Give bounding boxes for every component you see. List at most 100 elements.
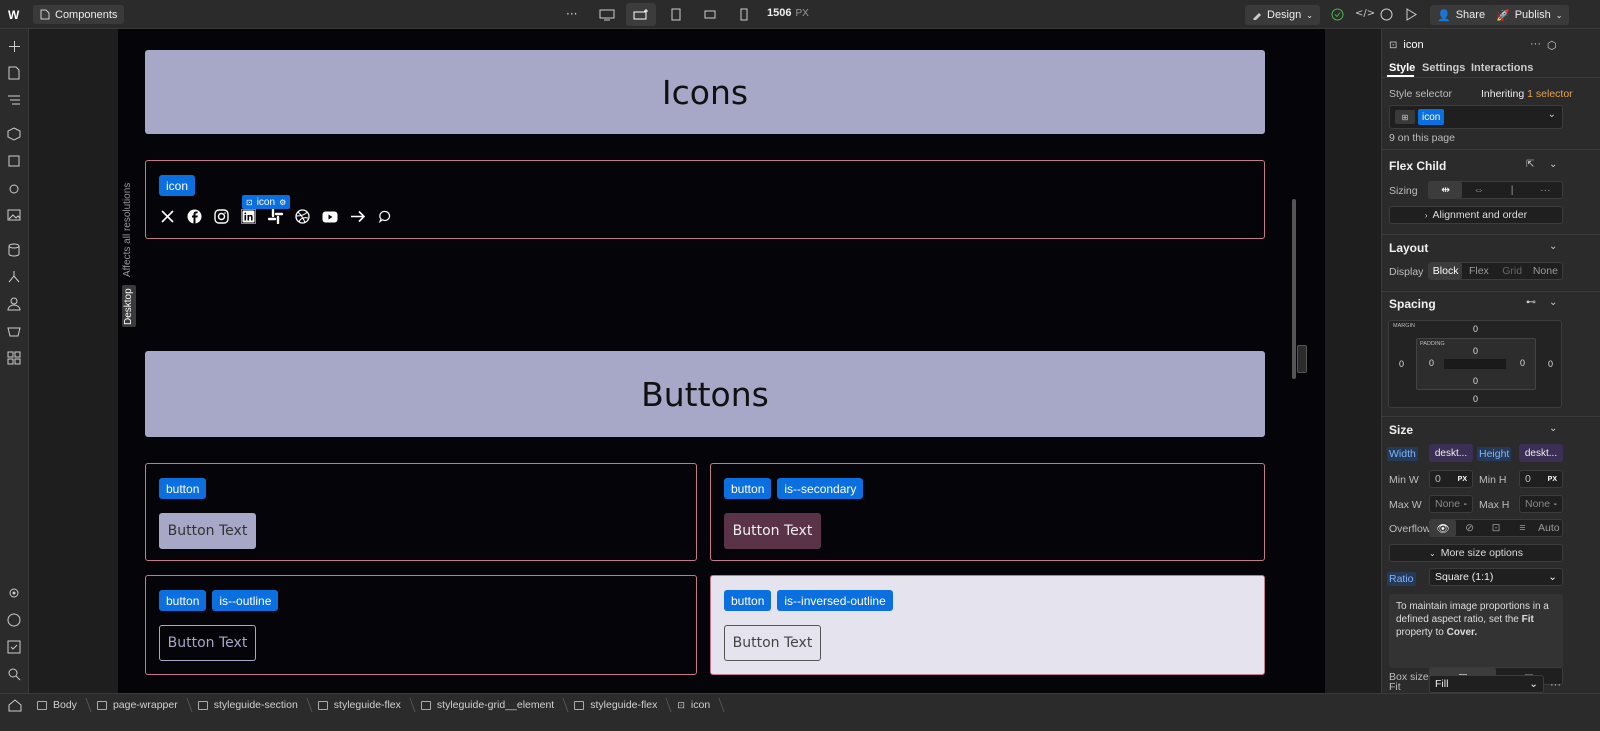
selector-input[interactable]: ⊞ icon ⌄ <box>1389 105 1563 129</box>
sizing-grow-option[interactable]: ⇔ <box>1462 182 1495 198</box>
youtube-icon[interactable] <box>322 211 338 223</box>
padding-bottom-value[interactable]: 0 <box>1473 376 1478 386</box>
more-options-icon[interactable]: ··· <box>1550 679 1561 691</box>
designer-canvas[interactable]: Affects all resolutions Desktop Icons ic… <box>29 29 1381 693</box>
overflow-clip-icon[interactable]: ≡ <box>1509 520 1535 536</box>
sizing-segmented-control[interactable]: ⇹ ⇔ | ··· <box>1428 181 1563 199</box>
width-variable-field[interactable]: deskt... <box>1429 444 1473 462</box>
height-variable-field[interactable]: deskt... <box>1519 444 1563 462</box>
spacing-title[interactable]: Spacing <box>1389 297 1436 311</box>
margin-bottom-value[interactable]: 0 <box>1473 394 1478 404</box>
selected-element-badge[interactable]: ⊡ icon ⚙ <box>242 195 291 209</box>
pages-icon[interactable] <box>6 65 22 81</box>
slack-icon[interactable] <box>268 209 283 224</box>
comment-icon[interactable] <box>1380 8 1393 21</box>
display-none-option[interactable]: None <box>1529 263 1562 279</box>
min-width-unit[interactable]: PX <box>1458 476 1467 483</box>
breadcrumb-styleguide-flex[interactable]: styleguide-flex <box>310 694 413 716</box>
landscape-breakpoint-button[interactable] <box>695 3 725 26</box>
breadcrumb-icon[interactable]: ⊡ icon <box>669 694 722 716</box>
linkedin-icon[interactable] <box>241 209 256 224</box>
spacing-box-model[interactable]: MARGIN 0 0 0 0 PADDING 0 0 0 0 <box>1388 320 1562 408</box>
flex-child-help-icon[interactable]: ⇱ <box>1526 159 1534 170</box>
cms-icon[interactable] <box>6 242 22 258</box>
display-grid-option[interactable]: Grid <box>1496 263 1529 279</box>
users-icon[interactable] <box>6 296 22 312</box>
sizing-none-option[interactable]: | <box>1496 182 1529 198</box>
fit-select[interactable]: Fill ⌄ <box>1429 675 1544 693</box>
tablet-breakpoint-button[interactable] <box>661 3 691 26</box>
breadcrumb-body[interactable]: Body <box>29 694 89 716</box>
primary-button-demo[interactable]: Button Text <box>159 513 256 549</box>
home-icon[interactable] <box>7 697 23 713</box>
mode-dropdown[interactable]: Design ⌄ <box>1245 5 1320 25</box>
play-icon[interactable] <box>1406 8 1417 21</box>
max-width-field[interactable]: None - <box>1429 495 1473 513</box>
base-breakpoint-button[interactable] <box>626 3 656 26</box>
outline-button-demo[interactable]: Button Text <box>159 625 256 661</box>
selector-chip[interactable]: icon <box>1418 109 1445 125</box>
search-icon[interactable] <box>6 666 22 682</box>
button-primary-card[interactable]: button Button Text <box>145 463 697 561</box>
chevron-down-icon[interactable]: ⌄ <box>1549 241 1557 252</box>
chevron-down-icon[interactable]: ⌄ <box>1549 297 1557 308</box>
settings-gear-icon[interactable] <box>6 585 22 601</box>
min-width-field[interactable]: 0 PX <box>1429 470 1473 488</box>
tab-interactions[interactable]: Interactions <box>1471 62 1533 74</box>
inheriting-info[interactable]: Inheriting 1 selector <box>1481 88 1573 100</box>
share-button[interactable]: 👤 Share <box>1430 5 1493 25</box>
ecommerce-icon[interactable] <box>6 323 22 339</box>
apps-icon[interactable] <box>6 350 22 366</box>
margin-right-value[interactable]: 0 <box>1548 359 1553 369</box>
overflow-segmented-control[interactable]: 👁 ⊘ ⊡ ≡ Auto <box>1429 519 1563 537</box>
padding-left-value[interactable]: 0 <box>1429 358 1434 368</box>
height-label[interactable]: Height <box>1477 447 1512 461</box>
overflow-scroll-icon[interactable]: ⊡ <box>1483 520 1509 536</box>
secondary-button-demo[interactable]: Button Text <box>724 513 821 549</box>
display-segmented-control[interactable]: Block Flex Grid None <box>1428 262 1563 280</box>
navigator-icon[interactable] <box>6 92 22 108</box>
chevron-down-icon[interactable]: ⌄ <box>1549 423 1557 434</box>
inversed-outline-button-demo[interactable]: Button Text <box>724 625 821 661</box>
breadcrumb-styleguide-grid-element[interactable]: styleguide-grid__element <box>413 694 566 716</box>
overflow-visible-eye-icon[interactable]: 👁 <box>1430 520 1457 536</box>
component-icon[interactable]: ⬡ <box>1547 39 1557 52</box>
publish-button[interactable]: 🚀 Publish ⌄ <box>1489 5 1570 25</box>
more-options-icon[interactable]: ··· <box>1530 38 1541 50</box>
margin-top-value[interactable]: 0 <box>1473 324 1478 334</box>
width-label[interactable]: Width <box>1387 447 1418 461</box>
breadcrumb-styleguide-flex-2[interactable]: styleguide-flex <box>566 694 669 716</box>
max-height-field[interactable]: None - <box>1519 495 1563 513</box>
overflow-hidden-eye-off-icon[interactable]: ⊘ <box>1456 520 1482 536</box>
padding-top-value[interactable]: 0 <box>1473 346 1478 356</box>
breadcrumb-page-wrapper[interactable]: page-wrapper <box>89 694 190 716</box>
alignment-order-button[interactable]: › Alignment and order <box>1389 206 1563 224</box>
style-manager-icon[interactable] <box>6 153 22 169</box>
components-icon[interactable] <box>6 126 22 142</box>
layout-title[interactable]: Layout <box>1389 241 1428 255</box>
audit-checkbox-icon[interactable] <box>6 639 22 655</box>
facebook-icon[interactable] <box>187 209 202 224</box>
display-flex-option[interactable]: Flex <box>1462 263 1495 279</box>
more-options-button[interactable]: ··· <box>566 7 577 21</box>
padding-right-value[interactable]: 0 <box>1520 358 1525 368</box>
tab-style[interactable]: Style <box>1389 62 1415 74</box>
icons-card[interactable]: icon ⊡ icon ⚙ <box>145 160 1265 239</box>
add-icon[interactable] <box>6 38 22 54</box>
portrait-breakpoint-button[interactable] <box>729 3 759 26</box>
margin-left-value[interactable]: 0 <box>1399 359 1404 369</box>
assets-icon[interactable] <box>6 207 22 223</box>
min-height-unit[interactable]: PX <box>1548 476 1557 483</box>
canvas-width-readout[interactable]: 1506 PX <box>767 7 809 19</box>
chat-bubble-icon[interactable] <box>378 210 391 223</box>
help-icon[interactable] <box>6 612 22 628</box>
padding-box[interactable]: PADDING 0 0 0 0 <box>1416 338 1536 390</box>
sizing-shrink-option[interactable]: ⇹ <box>1429 182 1463 198</box>
overflow-auto-option[interactable]: Auto <box>1536 520 1562 536</box>
icons-heading-section[interactable]: Icons <box>145 50 1265 134</box>
breadcrumb-styleguide-section[interactable]: styleguide-section <box>190 694 310 716</box>
button-inversed-outline-card[interactable]: button is--inversed-outline Button Text <box>710 575 1265 675</box>
button-secondary-card[interactable]: button is--secondary Button Text <box>710 463 1265 561</box>
desktop-breakpoint-button[interactable] <box>592 3 622 26</box>
check-icon[interactable] <box>1331 8 1344 21</box>
